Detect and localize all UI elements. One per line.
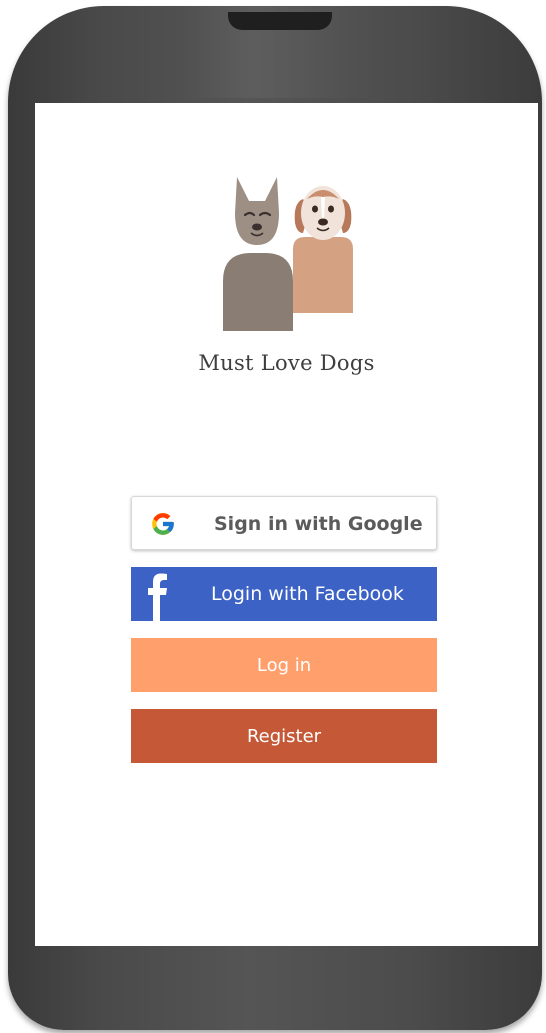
facebook-button-label: Login with Facebook [211,583,404,605]
login-with-facebook-button[interactable]: Login with Facebook [131,567,437,621]
facebook-f-icon [148,573,167,621]
app-title: Must Love Dogs [198,351,375,375]
log-in-button-label: Log in [256,654,312,676]
phone-frame: Must Love Dogs Sign in with Google Login… [8,6,542,1030]
google-button-label: Sign in with Google [214,513,423,535]
two-dogs-logo-icon [223,177,353,331]
google-g-icon [152,513,174,535]
device-mockup: Must Love Dogs Sign in with Google Login… [0,0,546,1033]
register-button[interactable]: Register [131,709,437,763]
app-screen: Must Love Dogs Sign in with Google Login… [35,103,538,946]
sign-in-with-google-button[interactable]: Sign in with Google [131,496,437,550]
speaker-notch [228,12,332,30]
register-button-label: Register [246,725,322,747]
log-in-button[interactable]: Log in [131,638,437,692]
